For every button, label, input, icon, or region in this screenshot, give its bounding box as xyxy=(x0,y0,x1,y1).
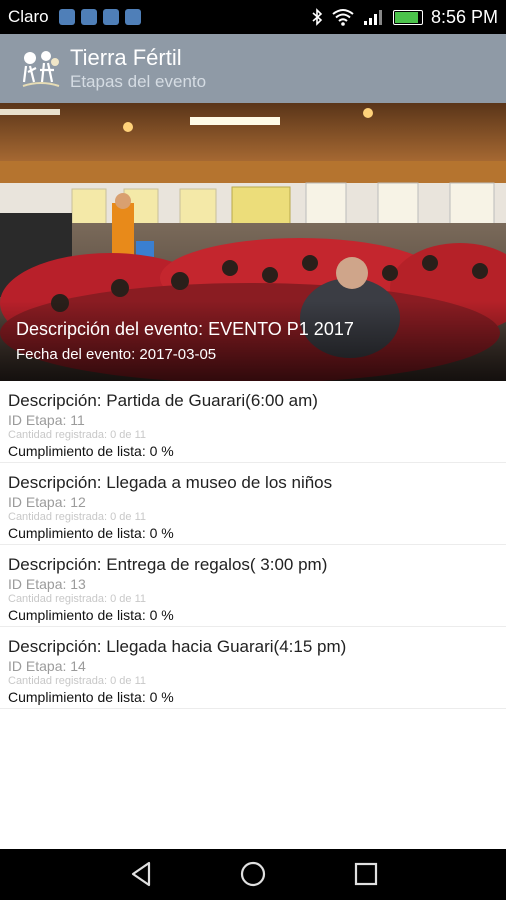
stage-description: Descripción: Entrega de regalos( 3:00 pm… xyxy=(8,555,328,574)
stage-registered-count: Cantidad registrada: 0 de 11 xyxy=(8,675,146,687)
bluetooth-icon xyxy=(312,8,323,26)
stage-completion: Cumplimiento de lista: 0 % xyxy=(8,525,174,541)
system-nav-bar xyxy=(0,849,506,900)
event-hero-image: Descripción del evento: EVENTO P1 2017 F… xyxy=(0,103,506,381)
status-right: 8:56 PM xyxy=(311,7,506,28)
app-bar: Tierra Fértil Etapas del evento xyxy=(0,34,506,103)
home-icon[interactable] xyxy=(238,859,268,889)
status-bar: Claro 8:56 PM xyxy=(0,0,506,34)
battery-level xyxy=(394,11,419,23)
app-title: Tierra Fértil xyxy=(70,44,182,70)
stage-completion: Cumplimiento de lista: 0 % xyxy=(8,607,174,623)
app-logo-icon xyxy=(22,50,60,87)
app-titles: Tierra Fértil Etapas del evento xyxy=(70,45,206,93)
stage-item[interactable]: Descripción: Entrega de regalos( 3:00 pm… xyxy=(0,545,506,627)
battery-icon xyxy=(392,9,423,25)
image-icon xyxy=(102,9,119,25)
stage-item[interactable]: Descripción: Llegada hacia Guarari(4:15 … xyxy=(0,627,506,709)
carrier-label: Claro xyxy=(8,7,49,26)
stage-item[interactable]: Descripción: Partida de Guarari(6:00 am)… xyxy=(0,381,506,463)
status-left: Claro xyxy=(0,7,141,27)
stage-id: ID Etapa: 12 xyxy=(8,494,86,510)
stage-registered-count: Cantidad registrada: 0 de 11 xyxy=(8,429,146,441)
hero-gradient xyxy=(0,301,506,381)
stage-list: Descripción: Partida de Guarari(6:00 am)… xyxy=(0,381,506,709)
stage-item[interactable]: Descripción: Llegada a museo de los niño… xyxy=(0,463,506,545)
signal-icon xyxy=(363,10,382,25)
stage-registered-count: Cantidad registrada: 0 de 11 xyxy=(8,511,146,523)
stage-registered-count: Cantidad registrada: 0 de 11 xyxy=(8,593,146,605)
recents-icon[interactable] xyxy=(351,859,381,889)
stage-completion: Cumplimiento de lista: 0 % xyxy=(8,689,174,705)
message-icon xyxy=(124,9,141,25)
screen-subtitle: Etapas del evento xyxy=(70,71,207,91)
stage-description: Descripción: Llegada a museo de los niño… xyxy=(8,473,333,492)
usb-icon xyxy=(80,9,97,25)
stage-completion: Cumplimiento de lista: 0 % xyxy=(8,443,174,459)
event-date: Fecha del evento: 2017-03-05 xyxy=(16,346,217,363)
back-icon[interactable] xyxy=(127,859,157,889)
event-description: Descripción del evento: EVENTO P1 2017 xyxy=(16,319,354,339)
stage-id: ID Etapa: 11 xyxy=(8,412,85,428)
stage-id: ID Etapa: 14 xyxy=(8,658,86,674)
stage-description: Descripción: Partida de Guarari(6:00 am) xyxy=(8,391,318,410)
status-time: 8:56 PM xyxy=(430,6,498,27)
stage-description: Descripción: Llegada hacia Guarari(4:15 … xyxy=(8,637,347,656)
wifi-icon xyxy=(332,9,354,26)
stage-id: ID Etapa: 13 xyxy=(8,576,86,592)
notification-icon xyxy=(58,9,75,25)
